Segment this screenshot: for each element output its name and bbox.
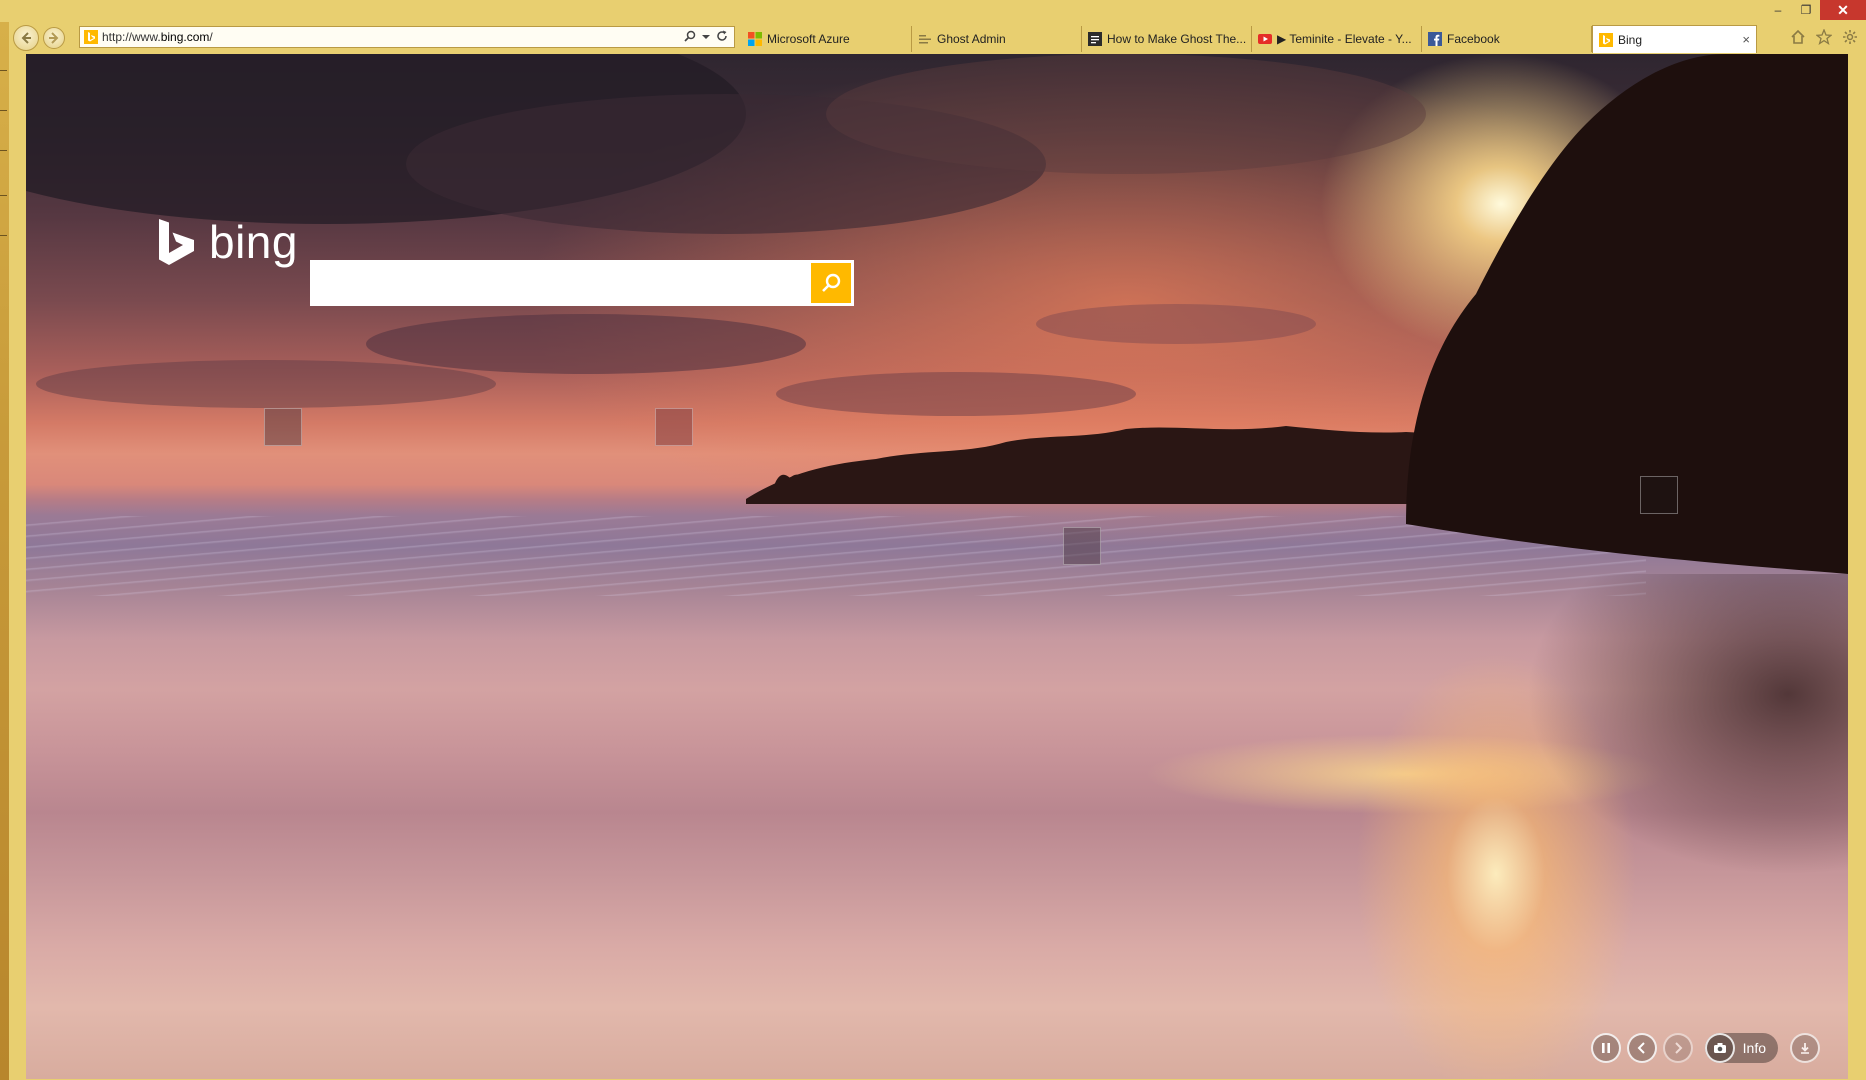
title-bar: – ❐ ✕ [0, 0, 1866, 22]
image-hotspot[interactable] [1640, 476, 1678, 514]
url-host: bing.com [160, 30, 210, 44]
windows-logo-icon [748, 32, 762, 46]
address-bar[interactable]: http://www.bing.com/ [79, 26, 735, 48]
navigation-bar: http://www.bing.com/ Microsoft Azure Gho… [9, 22, 1866, 54]
pause-button[interactable] [1590, 1033, 1621, 1063]
restore-button[interactable]: ❐ [1792, 0, 1820, 20]
tab-label: How to Make Ghost The... [1107, 32, 1247, 46]
youtube-icon [1258, 34, 1272, 44]
download-button[interactable] [1790, 1033, 1820, 1063]
search-box [310, 260, 854, 306]
bing-homepage: bing Info [26, 54, 1848, 1079]
chevron-right-icon [1674, 1042, 1683, 1054]
window-controls: – ❐ ✕ [1764, 0, 1866, 20]
info-button[interactable]: Info [1704, 1033, 1778, 1063]
tab-facebook[interactable]: Facebook [1422, 26, 1592, 52]
camera-icon [1704, 1033, 1735, 1063]
forward-button[interactable] [43, 27, 65, 49]
image-hotspot[interactable] [655, 408, 693, 446]
minimize-button[interactable]: – [1764, 0, 1792, 20]
search-icon[interactable] [684, 30, 696, 45]
pause-icon [1601, 1043, 1610, 1053]
search-icon [822, 273, 841, 292]
close-window-button[interactable]: ✕ [1820, 0, 1866, 20]
frame-mark [0, 150, 7, 151]
bing-logo[interactable]: bing [157, 216, 298, 268]
bing-logo-icon [159, 219, 194, 265]
arrow-right-icon [49, 32, 59, 44]
search-input[interactable] [310, 260, 810, 306]
url-prefix: http://www. [102, 30, 161, 44]
back-button[interactable] [13, 25, 39, 51]
ocean-waves [26, 516, 1646, 596]
previous-image-button[interactable] [1626, 1033, 1657, 1063]
frame-mark [0, 70, 7, 71]
close-tab-button[interactable]: × [1742, 32, 1750, 47]
bing-wordmark: bing [209, 216, 298, 268]
page-icon [1088, 32, 1102, 46]
address-tools [684, 30, 734, 45]
refresh-icon[interactable] [716, 30, 728, 45]
toolbar-right [1790, 28, 1858, 49]
image-hotspot[interactable] [264, 408, 302, 446]
dropdown-icon[interactable] [702, 30, 710, 44]
frame-mark [0, 195, 7, 196]
tab-label: Microsoft Azure [767, 32, 850, 46]
tab-label: Bing [1618, 32, 1643, 47]
tab-label: Ghost Admin [937, 32, 1006, 46]
image-hotspot[interactable] [1063, 527, 1101, 565]
bing-favicon-icon [84, 30, 98, 44]
search-button[interactable] [811, 263, 851, 303]
next-image-button[interactable] [1662, 1033, 1693, 1063]
download-icon [1801, 1043, 1809, 1054]
bottom-controls: Info [1590, 1033, 1820, 1063]
facebook-icon [1428, 32, 1442, 46]
ghost-icon [919, 35, 931, 44]
home-icon[interactable] [1790, 29, 1806, 49]
tab-how-to-make-ghost[interactable]: How to Make Ghost The... [1082, 26, 1252, 52]
arrow-left-icon [21, 32, 31, 44]
tab-microsoft-azure[interactable]: Microsoft Azure [742, 26, 912, 52]
window-frame-left [0, 0, 9, 1080]
tab-bing[interactable]: Bing × [1592, 25, 1757, 53]
tab-strip: Microsoft Azure Ghost Admin How to Make … [742, 25, 1757, 53]
url-text[interactable]: http://www.bing.com/ [102, 30, 684, 44]
tab-ghost-admin[interactable]: Ghost Admin [912, 26, 1082, 52]
settings-icon[interactable] [1842, 29, 1858, 49]
tab-label: ▶ Teminite - Elevate - Y... [1277, 32, 1412, 46]
chevron-left-icon [1637, 1042, 1645, 1054]
favorites-icon[interactable] [1815, 28, 1833, 49]
tab-teminite-elevate[interactable]: ▶ Teminite - Elevate - Y... [1252, 26, 1422, 52]
frame-mark [0, 110, 7, 111]
tab-label: Facebook [1447, 32, 1500, 46]
url-suffix: / [209, 30, 213, 44]
frame-mark [0, 235, 7, 236]
bing-icon [1599, 32, 1613, 47]
wet-sand-shadow [1428, 574, 1848, 934]
info-label: Info [1742, 1040, 1766, 1056]
